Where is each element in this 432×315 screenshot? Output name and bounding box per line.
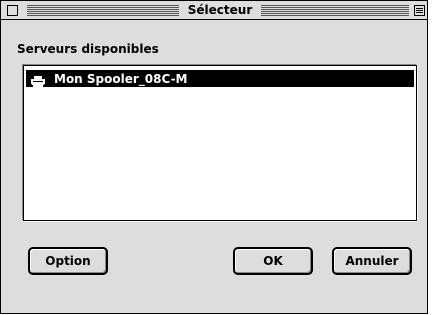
title-bar-stripes-left xyxy=(27,5,179,16)
zoom-box[interactable] xyxy=(414,5,425,16)
server-item[interactable]: Mon Spooler_08C-M xyxy=(26,70,414,87)
server-item-label: Mon Spooler_08C-M xyxy=(54,71,188,86)
title-bar-stripes-right xyxy=(261,5,409,16)
option-button[interactable]: Option xyxy=(28,247,108,275)
servers-label: Serveurs disponibles xyxy=(17,42,159,56)
printer-icon xyxy=(30,73,46,87)
close-box[interactable] xyxy=(7,5,18,16)
cancel-button[interactable]: Annuler xyxy=(332,247,412,275)
ok-button[interactable]: OK xyxy=(233,247,313,275)
title-bar[interactable]: Sélecteur xyxy=(1,1,427,20)
servers-list[interactable]: Mon Spooler_08C-M xyxy=(23,65,417,221)
window-title: Sélecteur xyxy=(187,3,253,17)
chooser-window: Sélecteur Serveurs disponibles Mon Spool… xyxy=(0,0,428,314)
